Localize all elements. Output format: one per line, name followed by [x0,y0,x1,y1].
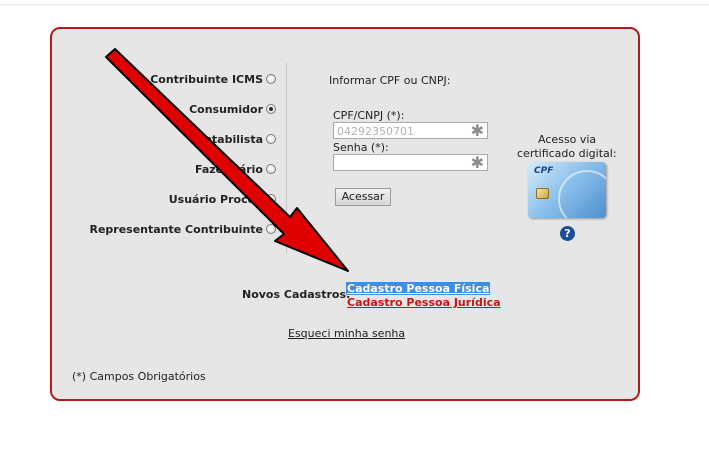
radio-label-consumidor[interactable]: Consumidor [189,103,263,116]
radio-button-contribuinte-icms[interactable] [266,74,276,84]
card-chip-icon [536,188,549,199]
acessar-button[interactable]: Acessar [335,188,391,206]
radio-contabilista[interactable]: Contabilista [90,132,277,148]
top-divider [0,4,709,5]
digital-certificate-card-icon[interactable]: CPF [528,162,606,218]
radio-consumidor[interactable]: Consumidor [90,102,277,118]
help-icon[interactable]: ? [560,226,575,241]
radio-label-usuario-procon[interactable]: Usuário Procon [169,193,263,206]
cadastro-pessoa-juridica-link[interactable]: Cadastro Pessoa Jurídica [347,296,501,309]
certificate-caption-line2: certificado digital: [517,147,617,160]
radio-button-consumidor[interactable] [266,104,276,114]
radio-usuario-procon[interactable]: Usuário Procon [90,192,277,208]
column-divider [286,63,287,253]
certificate-caption-line1: Acesso via [538,133,597,146]
required-fields-note: (*) Campos Obrigatórios [72,370,206,383]
radio-label-contribuinte-icms[interactable]: Contribuinte ICMS [150,73,263,86]
radio-button-fazendario[interactable] [266,164,276,174]
cadastro-pessoa-fisica-link[interactable]: Cadastro Pessoa Física [346,282,491,295]
card-decoration [558,170,606,218]
radio-label-contabilista[interactable]: Contabilista [188,133,263,146]
radio-label-representante-contribuinte[interactable]: Representante Contribuinte [89,223,263,236]
required-asterisk-icon: ✱ [470,153,484,172]
required-asterisk-icon: ✱ [470,121,484,140]
radio-fazendario[interactable]: Fazendário [90,162,277,178]
cpf-cnpj-label: CPF/CNPJ (*): [333,109,405,122]
radio-button-usuario-procon[interactable] [266,194,276,204]
radio-representante-contribuinte[interactable]: Representante Contribuinte [89,222,277,238]
radio-button-representante-contribuinte[interactable] [266,224,276,234]
radio-button-contabilista[interactable] [266,134,276,144]
cpf-cnpj-value[interactable]: 04292350701 [337,125,414,138]
radio-label-fazendario[interactable]: Fazendário [195,163,263,176]
forgot-password-link[interactable]: Esqueci minha senha [288,327,405,340]
novos-cadastros-label: Novos Cadastros: [242,288,351,301]
cpf-cnpj-input[interactable]: 04292350701 ✱ [333,121,488,140]
password-input[interactable]: ✱ [333,153,488,172]
radio-contribuinte-icms[interactable]: Contribuinte ICMS [90,72,277,88]
card-brand-label: CPF [534,166,554,176]
login-instruction: Informar CPF ou CNPJ: [329,74,451,87]
password-label: Senha (*): [333,141,389,154]
